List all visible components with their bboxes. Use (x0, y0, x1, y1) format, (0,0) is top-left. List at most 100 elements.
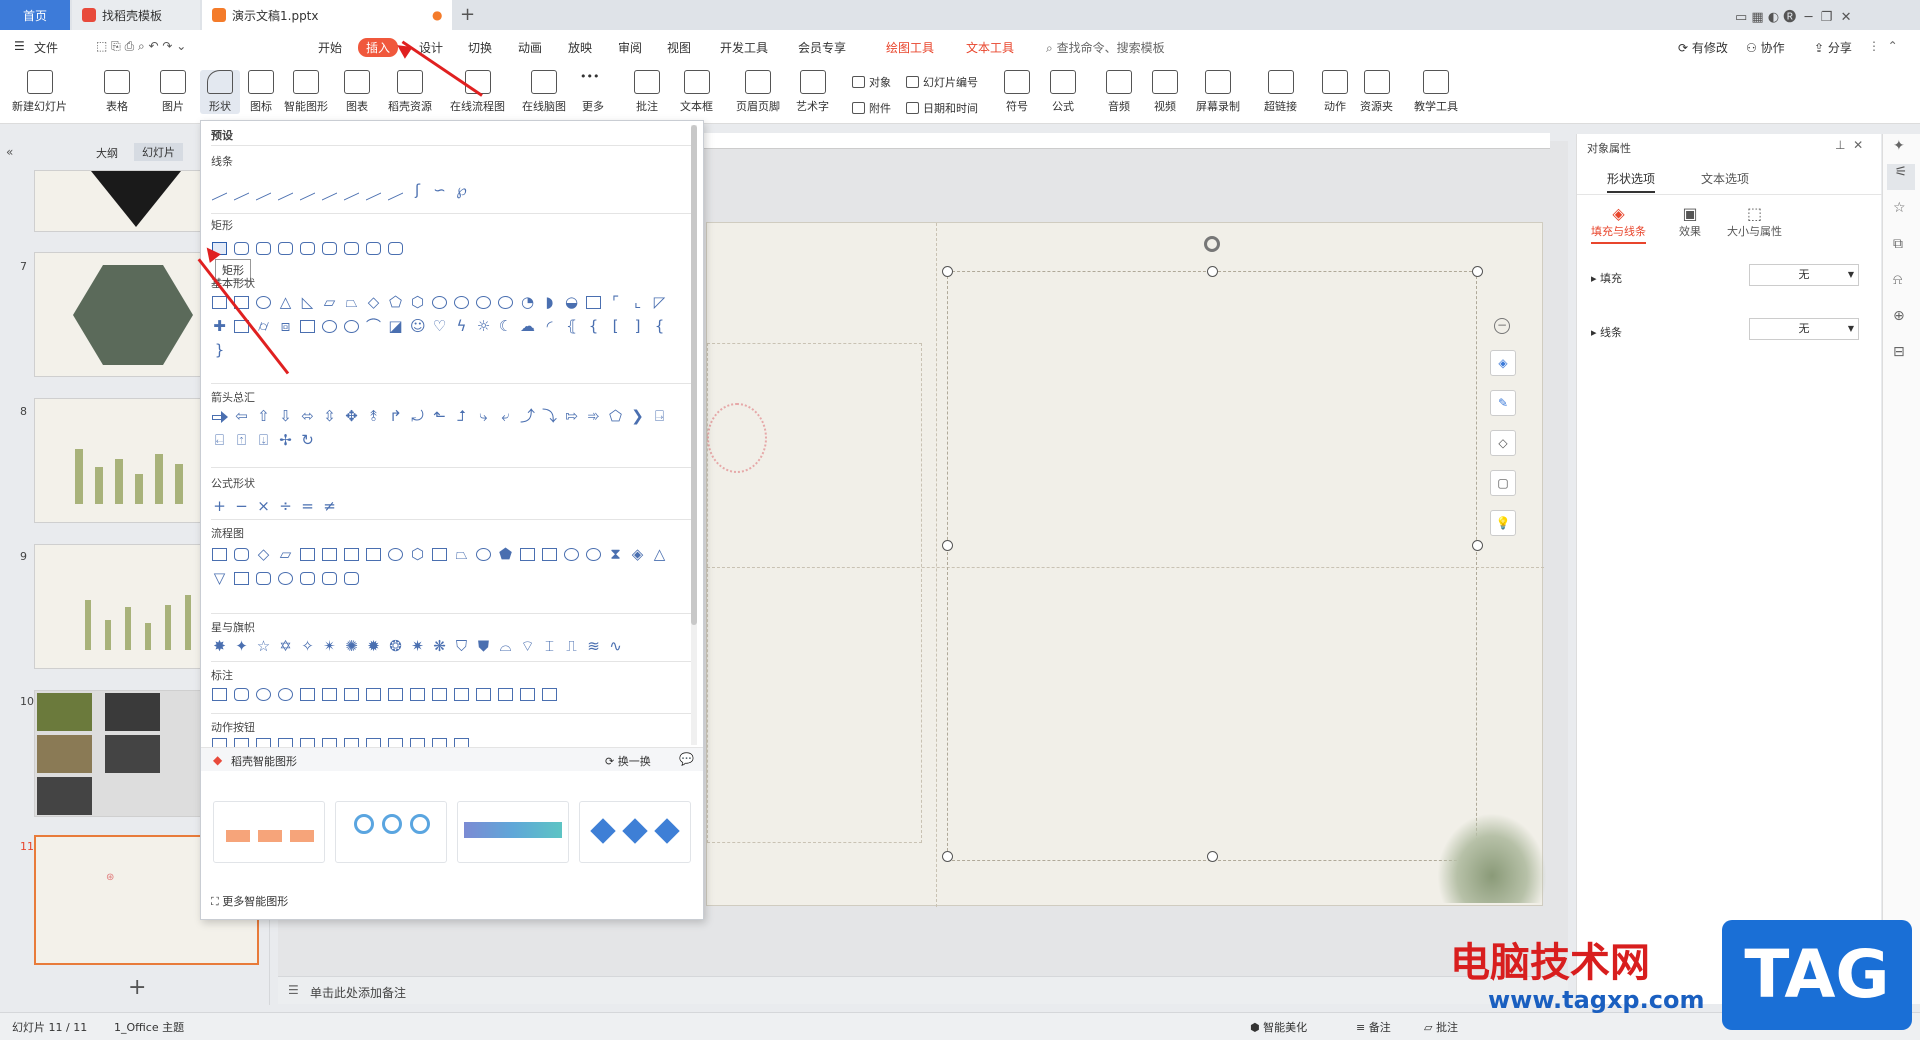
shape-snip-rectangle[interactable] (256, 242, 271, 255)
shape-quad-arrow-callout[interactable]: ✢ (278, 433, 293, 448)
object-button[interactable]: 对象 (852, 74, 891, 90)
shape-round-diag-rectangle[interactable] (388, 242, 403, 255)
menu-home[interactable]: 开始 (318, 39, 342, 56)
smart-graphic-card-3[interactable] (457, 801, 569, 863)
shape-snip-diag-rectangle[interactable] (300, 242, 315, 255)
header-footer-button[interactable]: 页眉页脚 (736, 70, 780, 114)
shape-block-arc[interactable]: ⌒ (366, 319, 381, 334)
shape-star4[interactable]: ✦ (234, 639, 249, 654)
shape-document[interactable] (344, 548, 359, 561)
shape-right-triangle[interactable]: ◺ (300, 295, 315, 310)
shape-sequential-storage[interactable] (278, 572, 293, 585)
formula-button[interactable]: 公式 (1050, 70, 1076, 114)
selected-shape[interactable] (942, 236, 1483, 862)
shape-star7[interactable]: ✧ (300, 639, 315, 654)
resize-handle[interactable] (1207, 851, 1218, 862)
shape-or[interactable] (586, 548, 601, 561)
shape-equal[interactable]: = (300, 499, 315, 514)
shape-plus[interactable]: + (212, 499, 227, 514)
star-icon[interactable]: ☆ (1893, 200, 1906, 216)
shape-elbow-arrow[interactable] (300, 180, 315, 201)
icons-button[interactable]: 图标 (248, 70, 274, 114)
zoom-out-icon[interactable]: − (1494, 318, 1510, 334)
shape-display[interactable] (344, 572, 359, 585)
notes-toggle[interactable]: ≡ 备注 (1356, 1019, 1391, 1035)
slides-tab[interactable]: 幻灯片 (134, 143, 183, 161)
shape-elbow-connector[interactable] (278, 180, 293, 201)
pen-icon[interactable]: ✎ (1490, 390, 1516, 416)
shape-bevel[interactable] (300, 320, 315, 333)
shape-predefined-process[interactable] (300, 548, 315, 561)
compass-icon[interactable]: ⊕ (1893, 308, 1905, 324)
smart-graphic-card-4[interactable] (579, 801, 691, 863)
tab-home[interactable]: 首页 (0, 0, 70, 30)
slide-number-button[interactable]: 幻灯片编号 (906, 74, 978, 90)
shape-sun[interactable]: ☼ (476, 319, 491, 334)
window-controls[interactable]: ▭ ▦ ◐ 🅡 ─ ❐ ✕ (1735, 6, 1851, 25)
shape-free-line[interactable]: ℘ (454, 183, 469, 198)
chart-button[interactable]: 图表 (344, 70, 370, 114)
shape-down-arrow[interactable]: ⇩ (278, 409, 293, 424)
shape-curved-right-arrow[interactable]: ⤷ (476, 409, 491, 424)
attachment-button[interactable]: 附件 (852, 100, 891, 116)
datetime-button[interactable]: 日期和时间 (906, 100, 978, 116)
resize-handle[interactable] (1472, 540, 1483, 551)
shape-process[interactable] (212, 548, 227, 561)
shape-hexagon[interactable]: ⬡ (410, 295, 425, 310)
scrollbar[interactable] (691, 125, 697, 745)
subtab-effects[interactable]: ▣ 效果 (1679, 204, 1701, 239)
shape-offpage-connector[interactable]: ⬟ (498, 547, 513, 562)
shape-dodecagon[interactable] (498, 296, 513, 309)
shape-preparation[interactable]: ⬡ (410, 547, 425, 562)
shape-curved-ribbon-up[interactable]: ⌓ (498, 639, 513, 654)
shape-circular-arrow[interactable]: ↻ (300, 433, 315, 448)
rotate-handle-icon[interactable] (1204, 236, 1220, 252)
shape-left-right-arrow[interactable]: ⬄ (300, 409, 315, 424)
fill-row[interactable]: ▸ 填充 (1591, 270, 1622, 286)
shape-striped-right-arrow[interactable]: ⇰ (564, 409, 579, 424)
shape-pentagon[interactable]: ⬠ (388, 295, 403, 310)
shape-can[interactable]: ⌭ (256, 319, 271, 334)
shape-elbow-double-arrow[interactable] (322, 180, 337, 201)
docer-resource-button[interactable]: 稻壳资源 (388, 70, 432, 114)
shape-left-right-up-arrow[interactable]: ⥉ (366, 409, 381, 424)
shape-manual-input[interactable] (432, 548, 447, 561)
outline-tab[interactable]: 大纲 (96, 145, 118, 161)
copy-icon[interactable]: ⧉ (1893, 236, 1903, 252)
line-select[interactable]: 无 ▼ (1749, 318, 1859, 340)
picture-button[interactable]: 图片 (160, 70, 186, 114)
smart-graphic-card-1[interactable] (213, 801, 325, 863)
shape-divide[interactable]: ÷ (278, 499, 293, 514)
shape-star8[interactable]: ✴ (322, 639, 337, 654)
shape-star24[interactable]: ✷ (410, 639, 425, 654)
shape-cross[interactable]: ✚ (212, 319, 227, 334)
menu-slideshow[interactable]: 放映 (568, 39, 592, 56)
shape-ribbon-down[interactable]: ⛊ (476, 639, 491, 654)
new-tab-button[interactable]: + (460, 4, 475, 25)
shape-ribbon-up[interactable]: ⛉ (454, 639, 469, 654)
shape-trapezoid[interactable]: ⏢ (344, 295, 359, 310)
pin-icon[interactable]: ⊥ ✕ (1835, 138, 1863, 152)
fill-select[interactable]: 无 ▼ (1749, 264, 1859, 286)
shape-action-home[interactable] (300, 738, 315, 747)
shape-pentagon-arrow[interactable]: ⬠ (608, 409, 623, 424)
theme-name[interactable]: 1_Office 主题 (114, 1019, 184, 1035)
menu-developer[interactable]: 开发工具 (720, 39, 768, 56)
shape-right-brace[interactable]: } (212, 343, 227, 358)
menu-insert[interactable]: 插入 (358, 38, 399, 57)
shape-action-beginning[interactable] (256, 738, 271, 747)
notes-bar[interactable]: ☰ 单击此处添加备注 (278, 976, 1568, 1004)
shape-explosion[interactable]: ✸ (212, 639, 227, 654)
shape-half-frame[interactable]: ⌜ (608, 295, 623, 310)
shape-snip-round-rectangle[interactable] (322, 242, 337, 255)
shape-quad-arrow[interactable]: ✥ (344, 409, 359, 424)
shape-data[interactable]: ▱ (278, 547, 293, 562)
shape-action-document[interactable] (388, 738, 403, 747)
shape-accent-callout-3[interactable] (432, 688, 447, 701)
shape-u-turn-arrow[interactable]: ⤾ (410, 409, 425, 424)
shape-border-callout-3[interactable] (520, 688, 535, 701)
shape-summing-junction[interactable] (564, 548, 579, 561)
smart-beautify-button[interactable]: ⬢ 智能美化 (1250, 1019, 1307, 1035)
shape-multidocument[interactable] (366, 548, 381, 561)
shape-star32[interactable]: ❋ (432, 639, 447, 654)
